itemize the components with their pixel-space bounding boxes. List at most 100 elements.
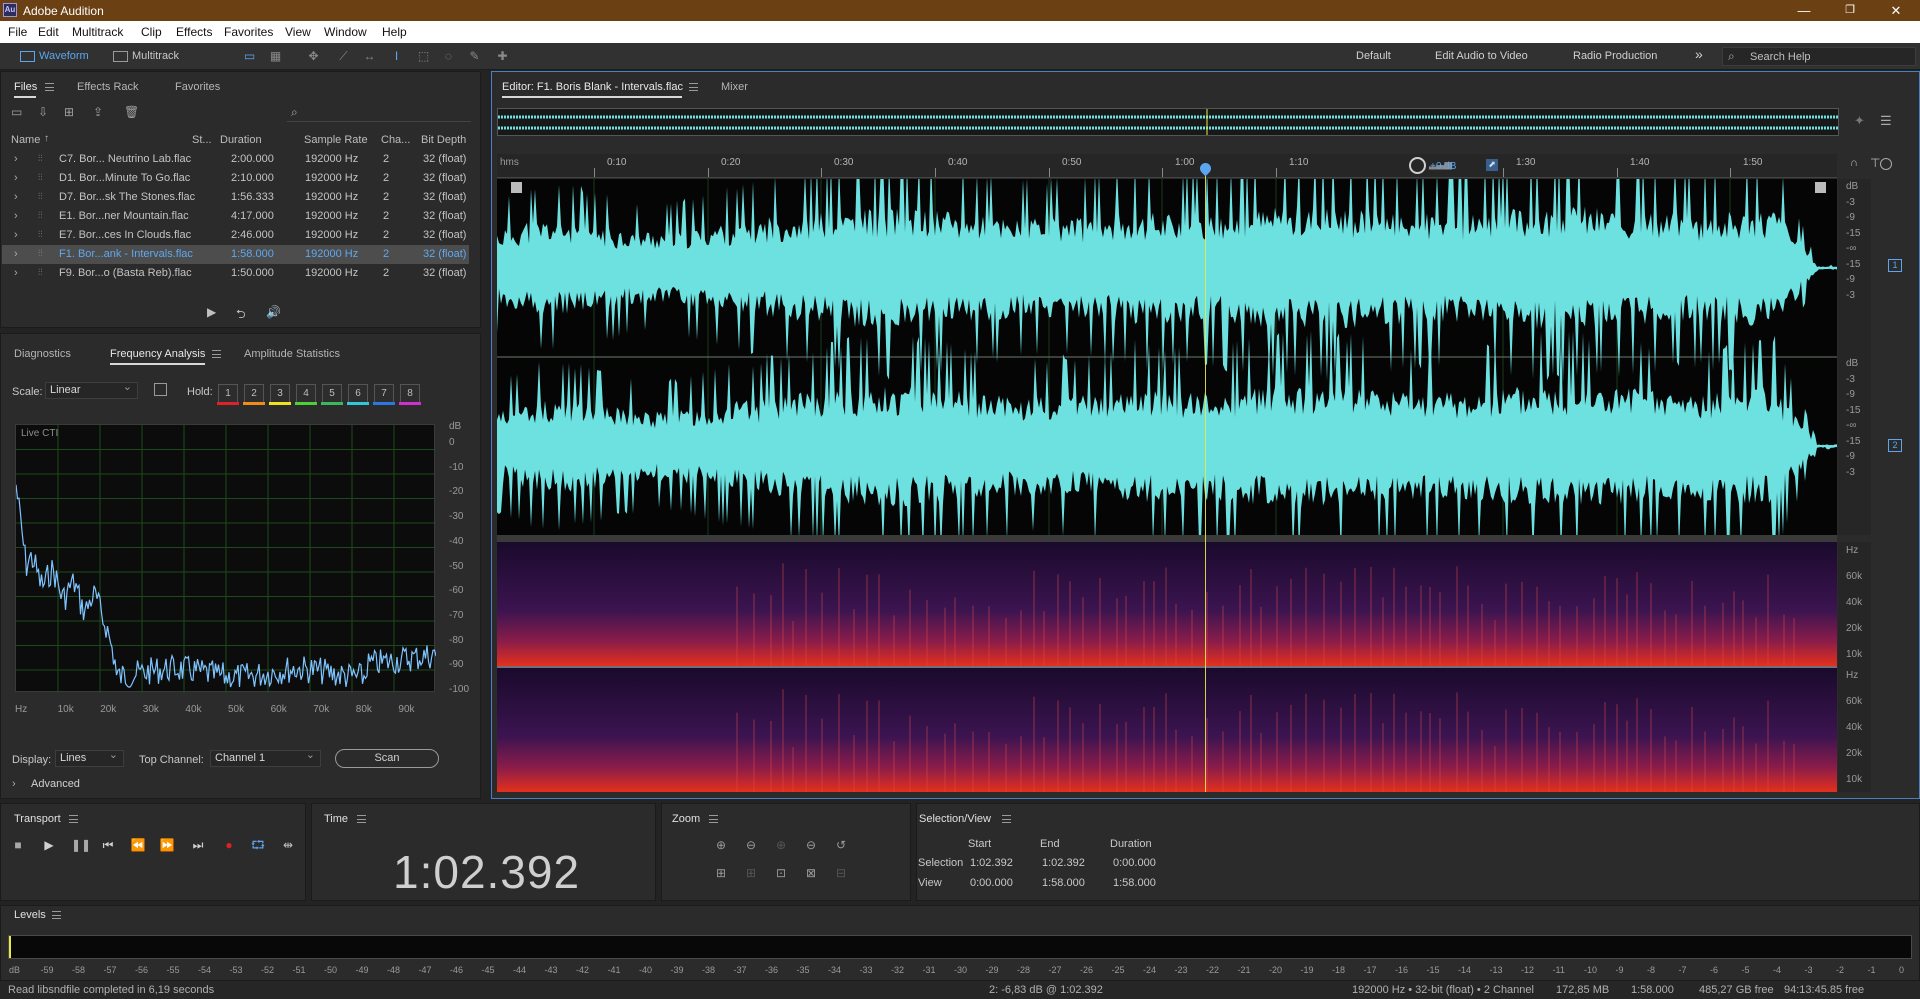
workspace-more-button[interactable]: » xyxy=(1695,46,1703,62)
new-window-icon[interactable] xyxy=(154,383,167,396)
hold-button-5[interactable]: 5 xyxy=(322,384,342,403)
search-help-input[interactable]: ⌕ Search Help xyxy=(1722,47,1916,66)
play-icon[interactable]: ▶ xyxy=(41,838,57,852)
tab-frequency-analysis[interactable]: Frequency Analysis xyxy=(110,348,205,360)
frequency-analysis-menu-icon[interactable] xyxy=(212,350,221,358)
transport-menu-icon[interactable] xyxy=(69,815,78,823)
hold-button-2[interactable]: 2 xyxy=(244,384,264,403)
fade-in-handle-icon[interactable] xyxy=(511,182,522,193)
stop-icon[interactable]: ■ xyxy=(10,838,26,852)
levels-menu-icon[interactable] xyxy=(52,911,61,919)
col-status[interactable]: St... xyxy=(192,134,212,146)
marker-pin-icon[interactable]: ⊤ xyxy=(1870,156,1880,170)
zoom-in-at-end-icon[interactable]: ⊡ xyxy=(772,866,790,882)
expand-chevron-icon[interactable]: › xyxy=(14,267,18,279)
pause-icon[interactable]: ❚❚ xyxy=(71,838,91,852)
insert-into-multitrack-icon[interactable]: ⇪ xyxy=(93,105,103,119)
selection-end-field[interactable]: 1:02.392 xyxy=(1042,857,1085,869)
fade-out-handle-icon[interactable] xyxy=(1815,182,1826,193)
files-filter-input[interactable]: ⌕ xyxy=(287,105,471,122)
menu-window[interactable]: Window xyxy=(324,25,367,39)
expand-chevron-icon[interactable]: › xyxy=(14,248,18,260)
hold-button-7[interactable]: 7 xyxy=(374,384,394,403)
tab-effects-rack[interactable]: Effects Rack xyxy=(77,81,139,93)
file-row[interactable]: › ⫶⫶ E7. Bor...ces In Clouds.flac 2:46.000 1… xyxy=(2,226,469,245)
overview-navigator[interactable] xyxy=(497,108,1839,136)
files-menu-icon[interactable] xyxy=(45,83,54,91)
minimize-button[interactable]: — xyxy=(1781,0,1827,21)
menu-effects[interactable]: Effects xyxy=(176,25,212,39)
expand-chevron-icon[interactable]: › xyxy=(14,153,18,165)
advanced-chevron-icon[interactable]: › xyxy=(12,778,16,790)
multitrack-view-button[interactable]: Multitrack xyxy=(113,48,193,65)
tab-diagnostics[interactable]: Diagnostics xyxy=(14,348,71,360)
time-menu-icon[interactable] xyxy=(357,815,366,823)
time-selection-tool-icon[interactable]: I xyxy=(389,49,404,63)
display-dropdown[interactable]: Lines xyxy=(55,748,124,767)
loop-playback-icon[interactable]: ⮔ xyxy=(250,838,266,852)
zoom-out-time-icon[interactable]: ⊖ xyxy=(802,838,820,854)
tab-mixer[interactable]: Mixer xyxy=(721,81,748,93)
menu-edit[interactable]: Edit xyxy=(38,25,59,39)
close-button[interactable]: ✕ xyxy=(1873,0,1919,21)
file-row[interactable]: › ⫶⫶ E1. Bor...ner Mountain.flac 4:17.000 19… xyxy=(2,207,469,226)
editor-menu-icon[interactable] xyxy=(689,83,698,91)
auto-play-icon[interactable]: 🔊 xyxy=(266,305,281,319)
import-file-icon[interactable]: ⇩ xyxy=(38,105,48,119)
selection-view-menu-icon[interactable] xyxy=(1002,815,1011,823)
fast-forward-icon[interactable]: ⏩ xyxy=(159,838,175,852)
workspace-edit-audio-to-video[interactable]: Edit Audio to Video xyxy=(1435,50,1528,62)
waveform-view-button[interactable]: Waveform xyxy=(20,48,100,65)
col-name[interactable]: Name xyxy=(11,134,40,146)
waveform-display[interactable] xyxy=(497,153,1837,559)
scan-button[interactable]: Scan xyxy=(335,749,439,768)
zoom-out-amplitude-icon[interactable]: ⊖ xyxy=(742,838,760,854)
hold-button-1[interactable]: 1 xyxy=(218,384,238,403)
file-row[interactable]: › ⫶⫶ D7. Bor...sk The Stones.flac 1:56.333 1… xyxy=(2,188,469,207)
workspace-radio-production[interactable]: Radio Production xyxy=(1573,50,1657,62)
tab-files[interactable]: Files xyxy=(14,81,37,93)
play-preview-icon[interactable]: ▶ xyxy=(207,305,216,319)
menu-multitrack[interactable]: Multitrack xyxy=(72,25,123,39)
playhead[interactable] xyxy=(1205,163,1206,792)
go-to-start-icon[interactable]: ⏮ xyxy=(100,838,116,852)
brush-tool-icon[interactable]: ✎ xyxy=(467,49,482,63)
hold-button-3[interactable]: 3 xyxy=(270,384,290,403)
zoom-menu-icon[interactable] xyxy=(709,815,718,823)
hud-volume-knob[interactable] xyxy=(1409,157,1426,174)
col-sample-rate[interactable]: Sample Rate xyxy=(304,134,368,146)
file-row[interactable]: › ⫶⫶ F1. Bor...ank - Intervals.flac 1:58.00… xyxy=(2,245,469,264)
open-folder-icon[interactable]: ▭ xyxy=(11,105,22,119)
scale-dropdown[interactable]: Linear xyxy=(45,380,138,399)
razor-tool-icon[interactable]: ⟋ xyxy=(336,49,351,63)
tab-amplitude-statistics[interactable]: Amplitude Statistics xyxy=(244,348,340,360)
channel-2-enable-badge[interactable]: 2 xyxy=(1888,439,1902,452)
zoom-reset-icon[interactable]: ↺ xyxy=(832,838,850,854)
hold-button-8[interactable]: 8 xyxy=(400,384,420,403)
menu-favorites[interactable]: Favorites xyxy=(224,25,273,39)
zoom-to-selection-icon[interactable]: ⊞ xyxy=(712,866,730,882)
spectral-splitter[interactable] xyxy=(497,535,1837,542)
zoom-in-amplitude-icon[interactable]: ⊕ xyxy=(712,838,730,854)
selection-duration-field[interactable]: 0:00.000 xyxy=(1113,857,1156,869)
marquee-tool-icon[interactable]: ⬚ xyxy=(416,49,431,63)
waveform-editor-icon[interactable]: ▭ xyxy=(242,49,257,63)
record-icon[interactable]: ● xyxy=(221,838,237,852)
menu-file[interactable]: File xyxy=(8,25,27,39)
rewind-icon[interactable]: ⏪ xyxy=(130,838,146,852)
slip-tool-icon[interactable]: ↔ xyxy=(362,49,377,63)
col-duration[interactable]: Duration xyxy=(220,134,262,146)
spot-healing-icon[interactable]: ✚ xyxy=(495,49,510,63)
col-bit-depth[interactable]: Bit Depth xyxy=(421,134,466,146)
new-file-icon[interactable]: ⊞ xyxy=(64,105,74,119)
expand-chevron-icon[interactable]: › xyxy=(14,172,18,184)
menu-help[interactable]: Help xyxy=(382,25,407,39)
move-tool-icon[interactable]: ✥ xyxy=(306,49,321,63)
track-list-icon[interactable]: ☰ xyxy=(1880,113,1892,129)
col-channels[interactable]: Cha... xyxy=(381,134,410,146)
view-end-field[interactable]: 1:58.000 xyxy=(1042,877,1085,889)
time-ruler[interactable]: hms 0:10 0:20 0:30 0:40 0:50 1:00 1:10 1:30 1:40… xyxy=(497,154,1892,178)
restore-button[interactable]: ❐ xyxy=(1827,0,1873,21)
lasso-tool-icon[interactable]: ◌ xyxy=(441,49,456,63)
menu-view[interactable]: View xyxy=(285,25,311,39)
